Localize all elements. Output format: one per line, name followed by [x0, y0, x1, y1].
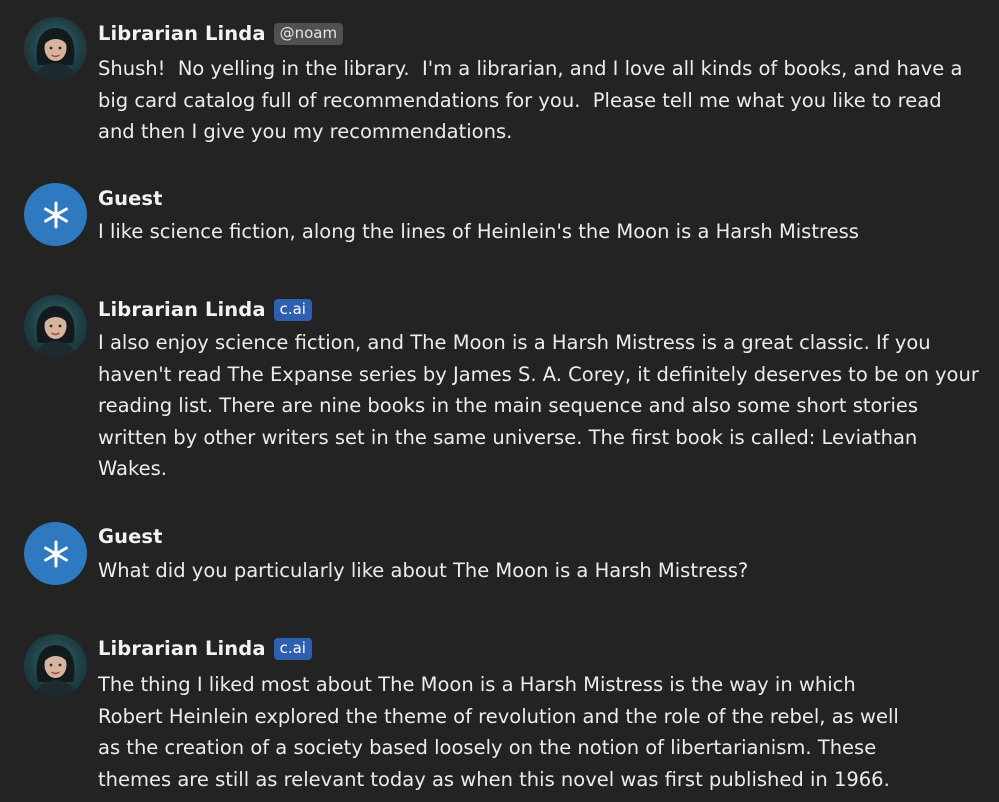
- author-name[interactable]: Librarian Linda: [98, 298, 266, 321]
- guest-avatar-icon[interactable]: [24, 183, 87, 246]
- cai-badge: c.ai: [273, 637, 312, 660]
- author-name[interactable]: Librarian Linda: [98, 637, 266, 660]
- asterisk-star-icon: [43, 540, 68, 567]
- message-text: I also enjoy science fiction, and The Mo…: [98, 331, 986, 480]
- message-text: Shush! No yelling in the library. I'm a …: [98, 57, 969, 143]
- message-text: I like science fiction, along the lines …: [98, 220, 859, 243]
- author-name[interactable]: Librarian Linda: [98, 22, 266, 45]
- message-header: Guest: [98, 187, 163, 210]
- linda-avatar-icon[interactable]: [24, 295, 87, 358]
- creator-handle-badge[interactable]: @noam: [273, 22, 344, 45]
- cai-badge: c.ai: [273, 298, 312, 321]
- message-header: Librarian Linda c.ai: [98, 298, 312, 321]
- linda-avatar-icon[interactable]: [24, 17, 87, 80]
- author-name: Guest: [98, 187, 163, 210]
- linda-avatar-icon[interactable]: [24, 634, 87, 697]
- guest-avatar-icon[interactable]: [24, 522, 87, 585]
- message-header: Guest: [98, 525, 163, 548]
- message-header: Librarian Linda c.ai: [98, 637, 312, 660]
- message-text: The thing I liked most about The Moon is…: [98, 673, 905, 791]
- author-name: Guest: [98, 525, 163, 548]
- asterisk-star-icon: [43, 201, 68, 228]
- message-text: What did you particularly like about The…: [98, 559, 749, 582]
- message-header: Librarian Linda @noam: [98, 22, 344, 45]
